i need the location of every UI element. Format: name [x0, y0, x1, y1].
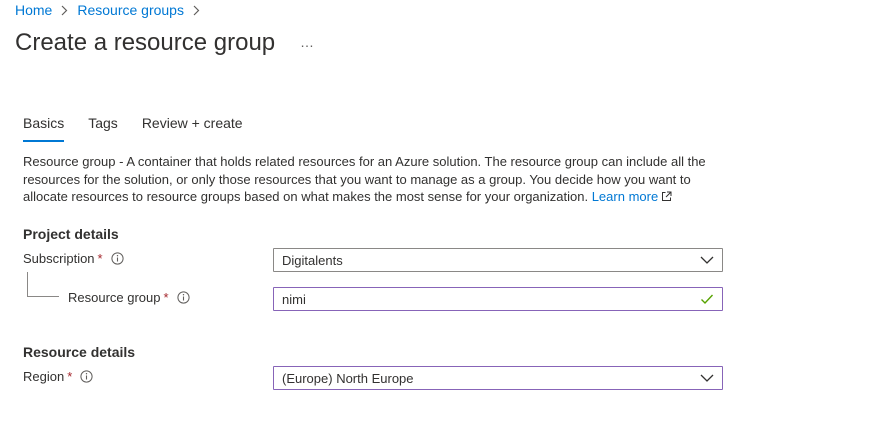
chevron-down-icon — [700, 372, 714, 384]
region-label-text: Region — [23, 369, 65, 384]
subscription-dropdown[interactable]: Digitalents — [273, 248, 723, 272]
info-icon[interactable] — [80, 370, 93, 383]
description-term: Resource group — [23, 154, 116, 169]
required-marker: * — [67, 369, 73, 384]
subscription-label-text: Subscription — [23, 251, 95, 266]
chevron-right-icon — [193, 5, 200, 16]
region-dropdown[interactable]: (Europe) North Europe — [273, 366, 723, 390]
required-marker: * — [97, 251, 103, 266]
learn-more-label: Learn more — [591, 189, 659, 204]
subscription-value: Digitalents — [282, 252, 343, 268]
tab-review-create[interactable]: Review + create — [142, 115, 243, 138]
more-options-button[interactable]: … — [300, 34, 315, 50]
breadcrumb: Home Resource groups — [15, 2, 209, 18]
tab-basics[interactable]: Basics — [23, 115, 65, 142]
region-label: Region * — [23, 369, 93, 384]
learn-more-link[interactable]: Learn more — [592, 189, 672, 204]
resource-group-label: Resource group * — [68, 290, 190, 305]
resource-group-description: Resource group - A container that holds … — [23, 153, 723, 206]
resource-group-input[interactable]: nimi — [273, 287, 723, 311]
resource-details-heading: Resource details — [23, 344, 136, 360]
breadcrumb-resource-groups[interactable]: Resource groups — [77, 2, 184, 18]
page-title: Create a resource group — [15, 29, 276, 56]
checkmark-icon — [700, 293, 714, 305]
info-icon[interactable] — [176, 291, 190, 304]
chevron-down-icon — [700, 254, 714, 266]
tab-tags[interactable]: Tags — [88, 115, 118, 138]
required-marker: * — [163, 290, 169, 305]
resource-group-value: nimi — [282, 291, 306, 307]
chevron-right-icon — [61, 5, 68, 16]
tree-connector — [27, 296, 59, 297]
info-icon[interactable] — [111, 252, 124, 265]
resource-group-label-text: Resource group — [68, 290, 161, 305]
subscription-label: Subscription * — [23, 251, 124, 266]
tree-connector — [27, 272, 28, 296]
tab-bar: Basics Tags Review + create — [23, 115, 267, 142]
external-link-icon — [661, 191, 672, 202]
breadcrumb-home[interactable]: Home — [15, 2, 52, 18]
project-details-heading: Project details — [23, 226, 119, 242]
region-value: (Europe) North Europe — [282, 370, 414, 386]
